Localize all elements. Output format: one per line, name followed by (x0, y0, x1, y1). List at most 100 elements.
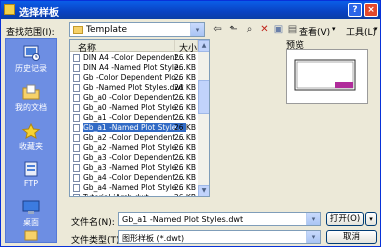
file-name: Gb -Named Plot Styles.dwt (83, 83, 184, 92)
dwt-file-icon (73, 174, 80, 182)
history-icon (21, 45, 41, 61)
dwt-file-icon (73, 184, 80, 192)
scroll-down-button[interactable]: ▼ (198, 185, 209, 196)
select-template-dialog: 选择样板 ? × 查找范围(I): Template ▾ ⇦ ⬑ ⌕ ✕ ▣ ▤… (0, 0, 381, 247)
dwt-file-icon (73, 104, 80, 112)
dwt-file-icon (73, 94, 80, 102)
file-row-selected[interactable]: Gb_a1 -Named Plot Style... 26 KB (70, 123, 198, 133)
open-button[interactable]: 打开(O) (326, 212, 364, 226)
help-button[interactable]: ? (348, 3, 362, 17)
views-icon[interactable]: ▤ (285, 23, 300, 37)
dwt-file-icon (73, 84, 80, 92)
file-size: 26 KB (174, 133, 196, 142)
file-size: 26 KB (174, 183, 196, 192)
file-row[interactable]: Gb_a2 -Named Plot Style... 26 KB (70, 143, 198, 153)
look-in-value: Template (86, 25, 128, 35)
file-size: 26 KB (174, 63, 196, 72)
file-row[interactable]: Tutorial-iArch.dwt 26 KB (70, 193, 198, 196)
place-label: FTP (23, 179, 39, 188)
place-label: 桌面 (23, 218, 39, 227)
place-my-documents[interactable]: 我的文档 (6, 84, 56, 113)
file-name: Gb_a3 -Named Plot Style... (83, 163, 184, 172)
place-history[interactable]: 历史记录 (6, 45, 56, 74)
chevron-down-icon[interactable]: ▾ (190, 23, 204, 36)
file-size: 26 KB (174, 73, 196, 82)
place-label: 历史记录 (15, 64, 47, 73)
views-dropdown-icon[interactable]: ▾ (332, 25, 336, 33)
views-menu[interactable]: 查看(V) (299, 25, 330, 38)
back-icon[interactable]: ⇦ (210, 23, 225, 37)
up-folder-icon[interactable]: ⬑ (226, 23, 241, 37)
delete-icon[interactable]: ✕ (257, 23, 272, 37)
search-web-icon[interactable]: ⌕ (242, 23, 257, 37)
place-ftp[interactable]: FTP (6, 161, 56, 188)
file-name: Gb_a4 -Color Dependent ... (83, 173, 185, 182)
file-size: 26 KB (174, 143, 196, 152)
cancel-button[interactable]: 取消 (326, 230, 377, 244)
title-bar[interactable]: 选择样板 ? × (1, 1, 380, 19)
dwt-file-icon (73, 54, 80, 62)
look-in-label: 查找范围(I): (6, 28, 55, 38)
chevron-down-icon[interactable]: ▾ (306, 231, 320, 243)
filetype-select[interactable]: 图形样板 (*.dwt) ▾ (118, 230, 321, 244)
place-desktop[interactable]: 桌面 (6, 199, 56, 228)
file-row[interactable]: Gb_a4 -Named Plot Style... 26 KB (70, 183, 198, 193)
file-size: 26 KB (174, 163, 196, 172)
buzzsaw-icon (21, 229, 41, 245)
place-label: 收藏夹 (19, 142, 43, 151)
filename-label: 文件名(N): (71, 218, 115, 228)
file-row[interactable]: DIN A4 -Color Dependent... 26 KB (70, 53, 198, 63)
file-row[interactable]: DIN A4 -Named Plot Style... 26 KB (70, 63, 198, 73)
file-row[interactable]: Gb_a0 -Named Plot Style... 26 KB (70, 103, 198, 113)
dwt-file-icon (73, 194, 80, 196)
column-header-name[interactable]: 名称 (70, 40, 175, 54)
open-options-button[interactable]: ▾ (365, 212, 377, 226)
dwt-file-icon (73, 124, 80, 132)
dwt-file-icon (73, 164, 80, 172)
place-favorites[interactable]: 收藏夹 (6, 122, 56, 152)
close-button[interactable]: × (364, 3, 378, 17)
file-size: 26 KB (174, 113, 196, 122)
column-header-size[interactable]: 大小 (175, 40, 198, 54)
file-size: 26 KB (174, 153, 196, 162)
dwt-file-icon (73, 74, 80, 82)
dwt-file-icon (73, 114, 80, 122)
file-size: 26 KB (174, 53, 196, 62)
vertical-scrollbar[interactable]: ▲ ▼ (198, 40, 209, 196)
filetype-label: 文件类型(T): (71, 236, 123, 246)
file-name: DIN A4 -Color Dependent... (83, 53, 185, 62)
tools-menu[interactable]: 工具(L) (346, 25, 376, 38)
file-list[interactable]: 名称 大小 DIN A4 -Color Dependent... 26 KB DIN… (69, 39, 210, 197)
template-preview-image (294, 59, 356, 91)
file-row[interactable]: Gb_a0 -Color Dependent ... 26 KB (70, 93, 198, 103)
new-folder-icon[interactable]: ▣ (271, 23, 286, 37)
chevron-down-icon[interactable]: ▾ (306, 213, 320, 225)
file-row[interactable]: Gb_a1 -Color Dependent ... 26 KB (70, 113, 198, 123)
file-row[interactable]: Gb_a3 -Color Dependent ... 26 KB (70, 153, 198, 163)
place-buzzsaw[interactable] (6, 229, 56, 247)
app-icon (4, 4, 15, 15)
file-row[interactable]: Gb_a4 -Color Dependent ... 26 KB (70, 173, 198, 183)
folder-icon (73, 26, 83, 34)
file-row[interactable]: Gb -Color Dependent Plo... 26 KB (70, 73, 198, 83)
file-name: Gb_a4 -Named Plot Style... (83, 183, 184, 192)
look-in-combo[interactable]: Template ▾ (69, 22, 205, 37)
file-row[interactable]: Gb_a2 -Color Dependent ... 26 KB (70, 133, 198, 143)
tools-dropdown-icon[interactable]: ▾ (374, 25, 378, 33)
scroll-up-button[interactable]: ▲ (198, 40, 209, 52)
file-name: Gb_a2 -Named Plot Style... (83, 143, 184, 152)
file-name: Gb_a0 -Named Plot Style... (83, 103, 184, 112)
preview-pane (286, 49, 368, 104)
file-size: 26 KB (174, 93, 196, 102)
file-name: Tutorial-iArch.dwt (83, 193, 149, 196)
file-name: Gb_a2 -Color Dependent ... (83, 133, 185, 142)
scroll-thumb[interactable] (198, 80, 209, 114)
file-name: Gb_a0 -Color Dependent ... (83, 93, 185, 102)
ftp-icon (21, 161, 41, 177)
dwt-file-icon (73, 64, 80, 72)
file-row[interactable]: Gb -Named Plot Styles.dwt 26 KB (70, 83, 198, 93)
file-name: DIN A4 -Named Plot Style... (83, 63, 186, 72)
file-name: Gb -Color Dependent Plo... (83, 73, 183, 82)
file-row[interactable]: Gb_a3 -Named Plot Style... 26 KB (70, 163, 198, 173)
filename-input[interactable]: Gb_a1 -Named Plot Styles.dwt ▾ (118, 212, 321, 226)
